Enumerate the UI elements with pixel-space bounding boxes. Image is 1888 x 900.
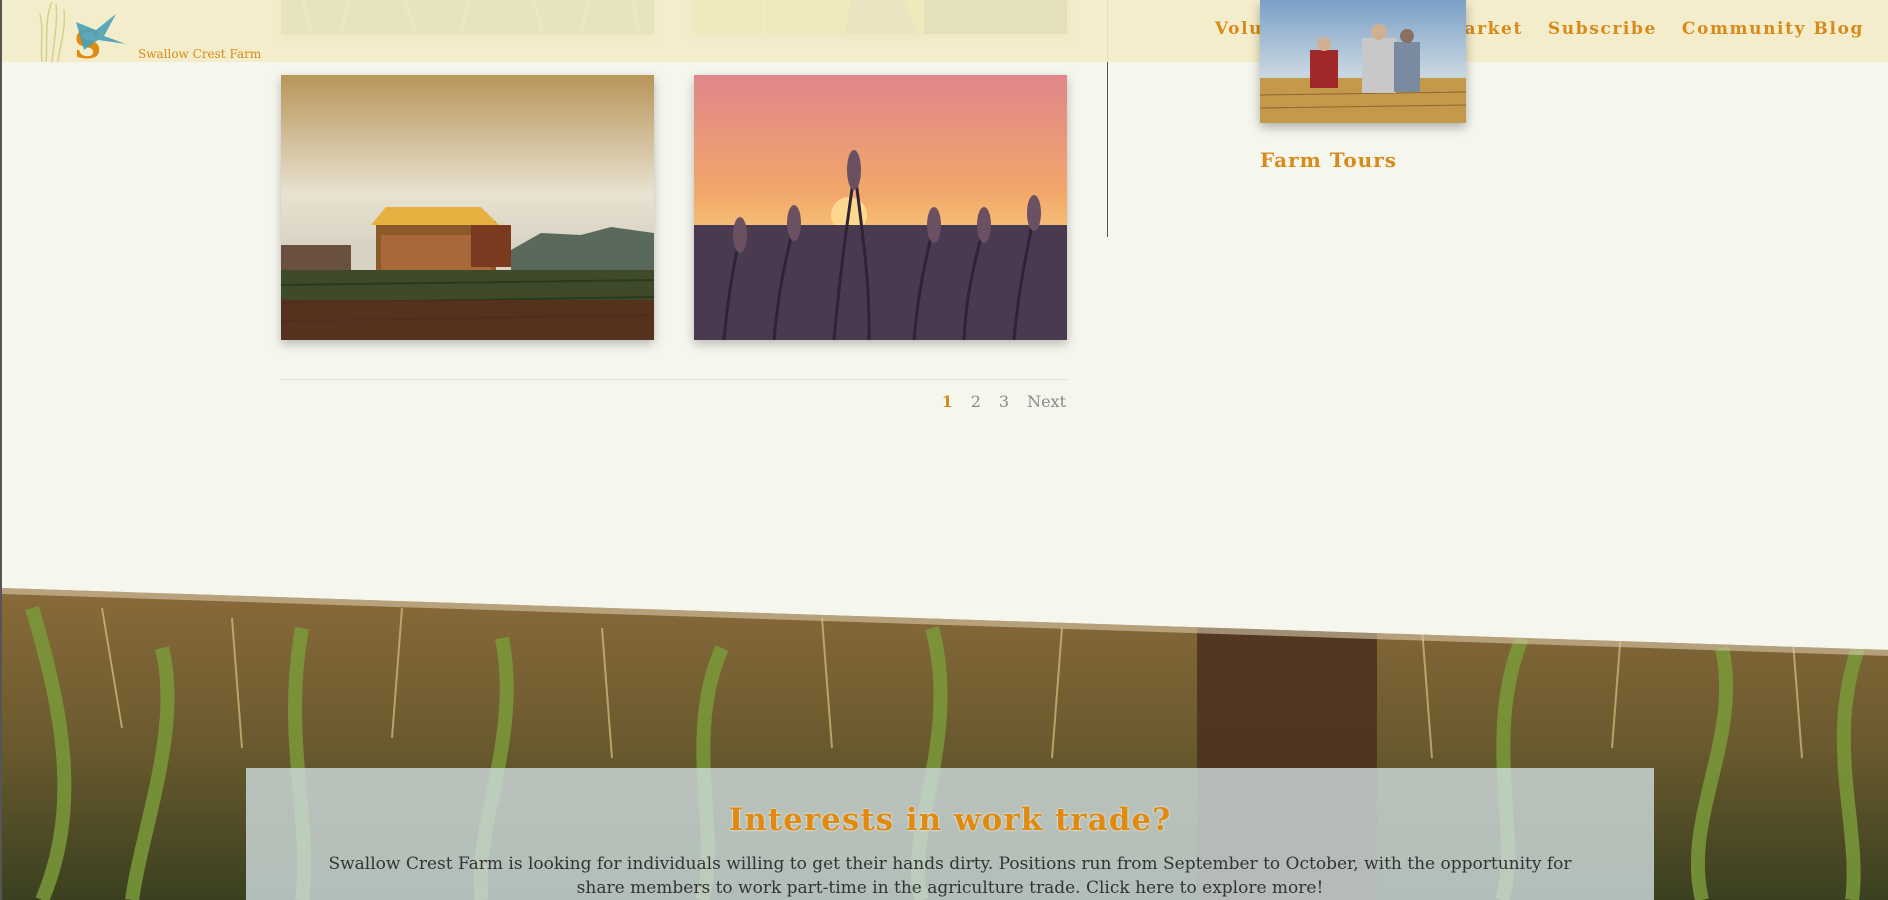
page-1-link[interactable]: 1 xyxy=(942,392,953,411)
family-in-field-image xyxy=(1260,0,1466,123)
site-logo[interactable]: S Swallow Crest Farm xyxy=(38,0,261,62)
family-in-field-thumbnail[interactable] xyxy=(1260,0,1466,123)
page-3-link[interactable]: 3 xyxy=(999,392,1009,411)
next-page-link[interactable]: Next xyxy=(1027,392,1066,411)
barn-at-dawn-image xyxy=(281,75,654,340)
cta-title: Interests in work trade? xyxy=(728,802,1172,838)
work-trade-cta[interactable]: Interests in work trade? Swallow Crest F… xyxy=(246,768,1654,900)
barn-at-dawn-thumbnail[interactable] xyxy=(281,75,654,340)
nav-subscribe[interactable]: Subscribe xyxy=(1548,19,1657,39)
sidebar-card-title[interactable]: Farm Tours xyxy=(1260,148,1397,172)
pagination-divider xyxy=(281,379,1068,380)
swallow-logo-icon: S xyxy=(39,1,126,62)
cta-body[interactable]: Swallow Crest Farm is looking for indivi… xyxy=(310,852,1590,900)
nav-community-blog[interactable]: Community Blog xyxy=(1682,19,1864,39)
site-header: S Swallow Crest Farm Volunteer Farmers M… xyxy=(2,0,1888,62)
wheat-sunset-image xyxy=(694,75,1067,340)
pagination: 1 2 3 Next xyxy=(942,392,1066,411)
page-2-link[interactable]: 2 xyxy=(971,392,981,411)
logo-text: Swallow Crest Farm xyxy=(138,47,262,61)
wheat-sunset-thumbnail[interactable] xyxy=(694,75,1067,340)
